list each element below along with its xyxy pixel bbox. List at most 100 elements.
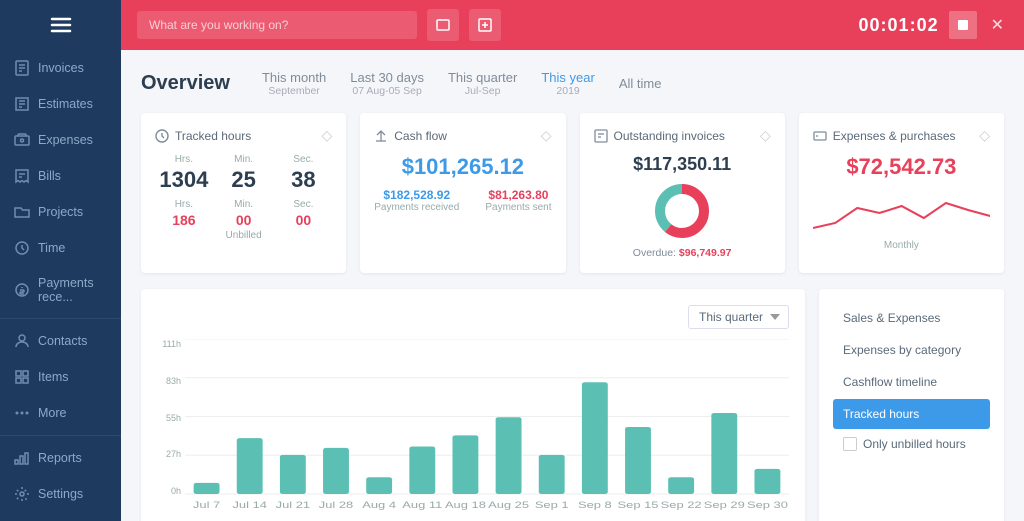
pin-icon[interactable]: ◇ <box>321 127 332 144</box>
period-this-year[interactable]: This year 2019 <box>541 70 594 97</box>
unbilled-hrs-label: Hrs. <box>155 199 213 210</box>
clock-icon <box>155 129 169 143</box>
overview-header: Overview This month September Last 30 da… <box>141 70 1004 97</box>
sidebar-item-payments[interactable]: Payments rece... <box>0 266 121 314</box>
panel-item-cashflow-timeline[interactable]: Cashflow timeline <box>833 367 990 397</box>
sidebar-label-bills: Bills <box>38 169 61 183</box>
sidebar-label-items: Items <box>38 370 69 384</box>
search-input[interactable] <box>137 11 417 39</box>
unbilled-row: Hrs. Min. Sec. 186 00 00 <box>155 199 332 228</box>
sidebar-item-time[interactable]: Time <box>0 230 121 266</box>
overdue-text: Overdue: $96,749.97 <box>594 247 771 259</box>
payments-received-label: Payments received <box>374 202 459 213</box>
unbilled-sec-val: 00 <box>275 212 333 228</box>
y-label-111: 111h <box>157 339 181 349</box>
sidebar-logo[interactable] <box>0 0 121 50</box>
period-all-time[interactable]: All time <box>619 76 662 91</box>
svg-text:Sep 29: Sep 29 <box>704 501 745 511</box>
sidebar-label-payments: Payments rece... <box>38 276 107 304</box>
balance-icon <box>374 129 388 143</box>
period-this-month[interactable]: This month September <box>262 70 326 97</box>
main-content: 00:01:02 ✕ Overview This month September… <box>121 0 1024 521</box>
outstanding-main-val: $117,350.11 <box>594 154 771 175</box>
card-cash-flow-title: Cash flow <box>394 129 447 143</box>
svg-text:Jul 7: Jul 7 <box>193 501 220 511</box>
sidebar-label-expenses: Expenses <box>38 133 93 147</box>
overview-title: Overview <box>141 72 230 95</box>
monthly-label: Monthly <box>813 240 990 251</box>
sidebar-item-bills[interactable]: Bills <box>0 158 121 194</box>
timer-close-button[interactable]: ✕ <box>987 11 1008 39</box>
payments-sent-label: Payments sent <box>485 202 551 213</box>
bars-area: Jul 7Jul 14Jul 21Jul 28Aug 4Aug 11Aug 18… <box>185 339 789 514</box>
donut-chart <box>594 181 771 241</box>
panel-item-sales-expenses[interactable]: Sales & Expenses <box>833 303 990 333</box>
card-expenses-title-row: Expenses & purchases <box>813 129 956 143</box>
min-val: 25 <box>215 167 273 193</box>
right-panel: Sales & Expenses Expenses by category Ca… <box>819 289 1004 521</box>
period-last-30[interactable]: Last 30 days 07 Aug-05 Sep <box>350 70 424 97</box>
cash-flow-pin-icon[interactable]: ◇ <box>541 127 552 144</box>
svg-text:Aug 4: Aug 4 <box>362 501 396 511</box>
payments-received-val: $182,528.92 <box>374 188 459 202</box>
svg-text:Jul 14: Jul 14 <box>232 501 266 511</box>
svg-text:Sep 30: Sep 30 <box>747 501 788 511</box>
overdue-val: $96,749.97 <box>679 247 732 259</box>
unbilled-label: Unbilled <box>155 230 332 241</box>
svg-text:Jul 28: Jul 28 <box>319 501 353 511</box>
payments-received: $182,528.92 Payments received <box>374 188 459 213</box>
sidebar-item-items[interactable]: Items <box>0 359 121 395</box>
sidebar-item-reports[interactable]: Reports <box>0 440 121 476</box>
only-unbilled-checkbox[interactable] <box>843 437 857 451</box>
sidebar-item-more[interactable]: More <box>0 395 121 431</box>
sidebar-item-estimates[interactable]: Estimates <box>0 86 121 122</box>
svg-text:Sep 15: Sep 15 <box>618 501 659 511</box>
sidebar-item-projects[interactable]: Projects <box>0 194 121 230</box>
hours-grid: Hrs. Min. Sec. 1304 25 38 <box>155 154 332 193</box>
sidebar-label-contacts: Contacts <box>38 334 87 348</box>
content-area: Overview This month September Last 30 da… <box>121 50 1024 521</box>
sidebar-item-invoices[interactable]: Invoices <box>0 50 121 86</box>
card-cash-flow-header: Cash flow ◇ <box>374 127 551 144</box>
expenses-main-val: $72,542.73 <box>813 154 990 180</box>
sec-val: 38 <box>275 167 333 193</box>
only-unbilled-label: Only unbilled hours <box>863 437 966 451</box>
sidebar-label-estimates: Estimates <box>38 97 93 111</box>
panel-item-tracked-hours[interactable]: Tracked hours <box>833 399 990 429</box>
svg-text:Aug 25: Aug 25 <box>488 501 529 511</box>
sec-label: Sec. <box>275 154 333 165</box>
sidebar-label-reports: Reports <box>38 451 82 465</box>
period-this-quarter[interactable]: This quarter Jul-Sep <box>448 70 517 97</box>
sidebar-label-invoices: Invoices <box>38 61 84 75</box>
outstanding-pin-icon[interactable]: ◇ <box>760 127 771 144</box>
add-icon-btn[interactable] <box>469 9 501 41</box>
y-label-27: 27h <box>157 449 181 459</box>
panel-item-expenses-category[interactable]: Expenses by category <box>833 335 990 365</box>
svg-text:Sep 8: Sep 8 <box>578 501 612 511</box>
card-outstanding-header: Outstanding invoices ◇ <box>594 127 771 144</box>
sidebar-label-projects: Projects <box>38 205 83 219</box>
sidebar-item-expenses[interactable]: Expenses <box>0 122 121 158</box>
quarter-select[interactable]: This quarter Last quarter This year <box>688 305 789 329</box>
sparkline <box>813 188 990 238</box>
sidebar-item-contacts[interactable]: Contacts <box>0 323 121 359</box>
card-cash-flow-title-row: Cash flow <box>374 129 447 143</box>
y-label-55: 55h <box>157 413 181 423</box>
sidebar: Invoices Estimates Expenses Bills Projec… <box>0 0 121 521</box>
unbilled-min-val: 00 <box>215 212 273 228</box>
payments-sent-val: $81,263.80 <box>485 188 551 202</box>
cashflow-sub: $182,528.92 Payments received $81,263.80… <box>374 188 551 213</box>
cards-row: Tracked hours ◇ Hrs. Min. Sec. 1304 25 3… <box>141 113 1004 273</box>
sidebar-item-settings[interactable]: Settings <box>0 476 121 512</box>
sidebar-label-time: Time <box>38 241 65 255</box>
bar-chart-container: 111h 83h 55h 27h 0h Jul 7Jul 14Jul 21Jul… <box>157 339 789 514</box>
unbilled-sec-label: Sec. <box>275 199 333 210</box>
hrs-label: Hrs. <box>155 154 213 165</box>
expenses-pin-icon[interactable]: ◇ <box>979 127 990 144</box>
sidebar-label-more: More <box>38 406 66 420</box>
timer-stop-button[interactable] <box>949 11 977 39</box>
y-label-0: 0h <box>157 486 181 496</box>
only-unbilled-row: Only unbilled hours <box>833 431 990 457</box>
svg-text:Jul 21: Jul 21 <box>276 501 310 511</box>
timer-icon-btn[interactable] <box>427 9 459 41</box>
